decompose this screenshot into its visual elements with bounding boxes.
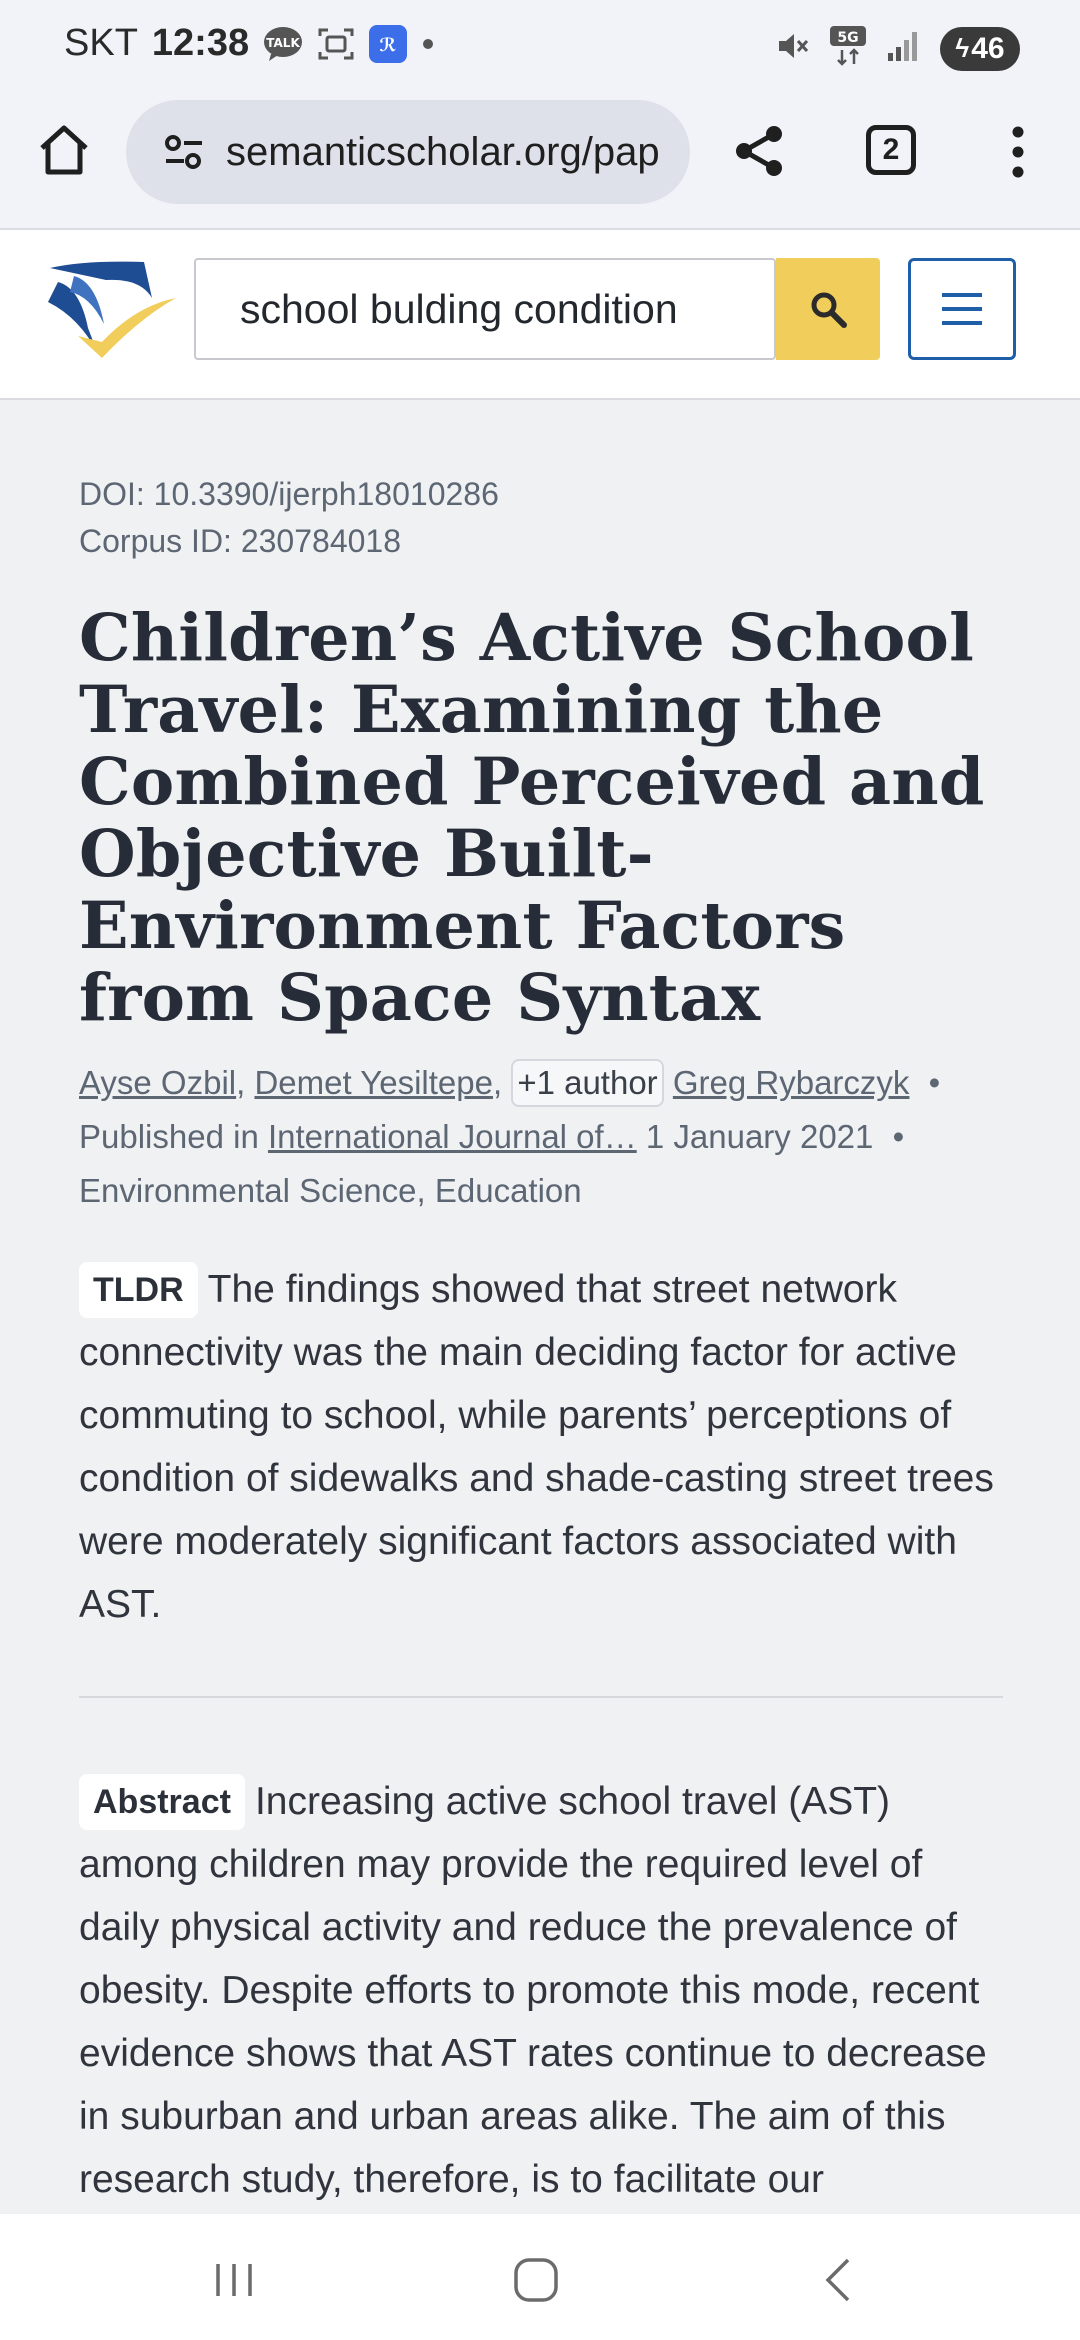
paper-title: Children’s Active School Travel: Examini… <box>79 600 985 1036</box>
home-nav-icon[interactable] <box>506 2250 566 2310</box>
author-link[interactable]: Greg Rybarczyk <box>673 1064 910 1101</box>
site-settings-icon[interactable] <box>162 130 206 174</box>
charging-icon: ϟ <box>955 33 970 63</box>
menu-button[interactable] <box>908 258 1016 360</box>
hamburger-icon <box>942 293 982 325</box>
journal-link[interactable]: International Journal of… <box>268 1118 637 1155</box>
clock: 12:38 <box>151 22 250 64</box>
doi-text[interactable]: DOI: 10.3390/ijerph18010286 <box>79 476 1003 513</box>
carrier-label: SKT <box>64 22 138 64</box>
system-nav-bar <box>0 2214 1080 2340</box>
browser-toolbar: semanticscholar.org/pap 2 <box>0 100 1080 230</box>
divider <box>79 1696 1003 1698</box>
svg-text:5G: 5G <box>837 30 858 46</box>
share-icon[interactable] <box>730 122 788 180</box>
more-vert-icon[interactable] <box>1000 122 1036 182</box>
publication-date: 1 January 2021 <box>645 1118 874 1155</box>
abstract-text: Increasing active school travel (AST) am… <box>79 1780 987 2264</box>
tldr-badge: TLDR <box>79 1262 198 1318</box>
more-authors-button[interactable]: +1 author <box>511 1059 664 1107</box>
svg-text:ℛ: ℛ <box>380 35 397 56</box>
author-link[interactable]: Demet Yesiltepe <box>254 1064 493 1101</box>
talk-icon: TALK <box>263 26 303 62</box>
fields-of-study: Environmental Science, Education <box>79 1172 582 1209</box>
battery-level: 46 <box>971 31 1005 65</box>
separator-dot: • <box>928 1064 941 1101</box>
address-bar[interactable]: semanticscholar.org/pap <box>126 100 690 204</box>
svg-text:TALK: TALK <box>266 36 300 50</box>
signal-icon <box>886 29 920 68</box>
separator-dot: • <box>892 1118 905 1155</box>
abstract-section: Abstract Increasing active school travel … <box>79 1770 1003 2274</box>
recents-icon[interactable] <box>204 2250 264 2310</box>
site-header: school bulding condition <box>0 230 1080 400</box>
tabs-button[interactable]: 2 <box>866 125 916 175</box>
screenshot-icon <box>317 25 355 63</box>
publication-line: Published in International Journal of… 1… <box>79 1110 1003 1164</box>
notification-dot-icon <box>421 37 435 51</box>
home-icon[interactable] <box>36 122 92 178</box>
corpus-id: Corpus ID: 230784018 <box>79 523 401 559</box>
mute-icon <box>776 29 810 68</box>
search-field[interactable]: school bulding condition <box>194 258 776 360</box>
tldr-text: The findings showed that street network … <box>79 1268 994 1626</box>
battery-indicator: ϟ 46 <box>940 26 1020 71</box>
tab-count: 2 <box>882 133 900 166</box>
search-icon <box>811 292 847 328</box>
published-label: Published in <box>79 1118 259 1155</box>
search-input[interactable]: school bulding condition <box>240 260 678 358</box>
paper-meta: Ayse Ozbil, Demet Yesiltepe, +1 author G… <box>79 1056 1003 1218</box>
abstract-badge: Abstract <box>79 1774 245 1830</box>
app-icon: ℛ <box>369 24 408 63</box>
5g-icon: 5G <box>830 26 866 71</box>
authors-line: Ayse Ozbil, Demet Yesiltepe, +1 author G… <box>79 1056 1003 1110</box>
back-icon[interactable] <box>808 2250 868 2310</box>
url-text[interactable]: semanticscholar.org/pap <box>226 130 660 175</box>
status-bar: SKT 12:38 TALK ℛ 5G ϟ 46 <box>0 0 1080 100</box>
semantic-scholar-logo[interactable] <box>44 258 180 366</box>
tldr-section: TLDR The findings showed that street netw… <box>79 1258 1003 1636</box>
search-button[interactable] <box>776 258 880 360</box>
paper-detail: DOI: 10.3390/ijerph18010286 Corpus ID: 2… <box>79 398 1003 2274</box>
author-link[interactable]: Ayse Ozbil <box>79 1064 236 1101</box>
